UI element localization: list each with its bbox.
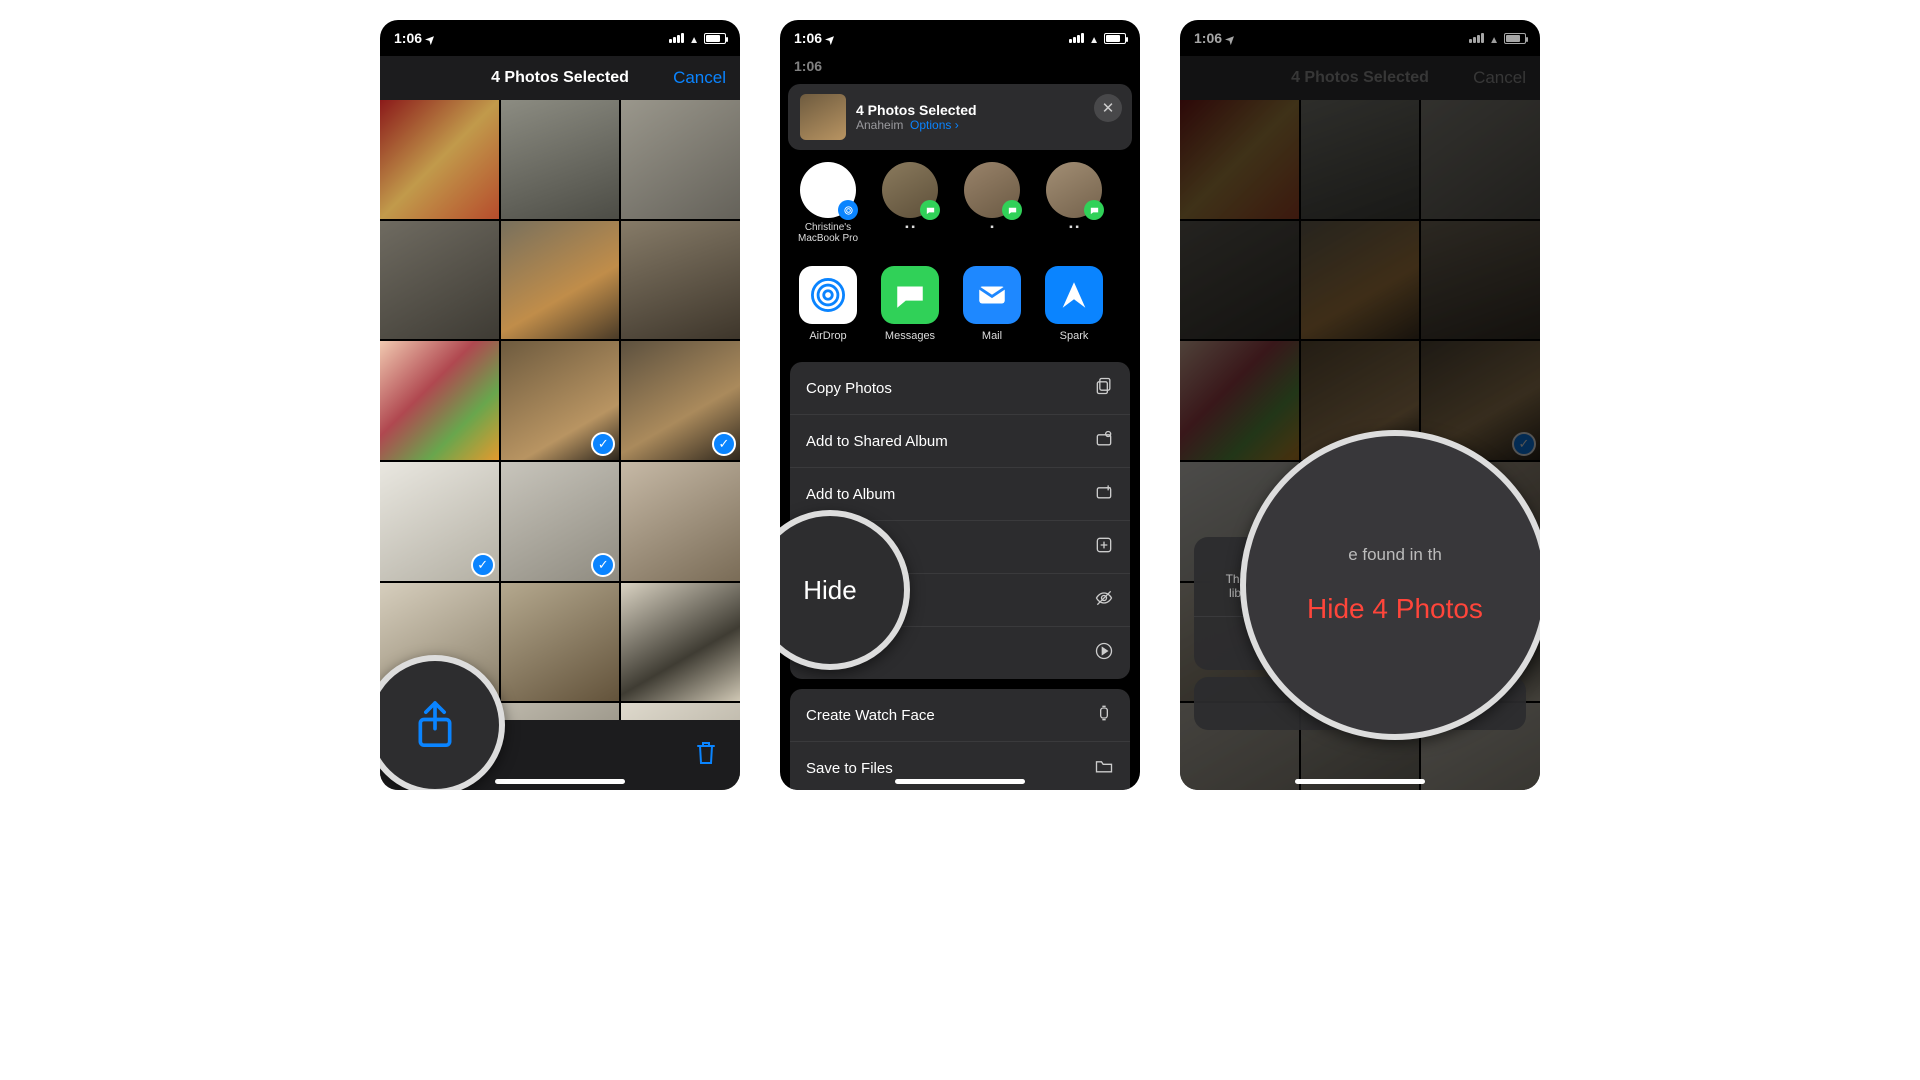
app-spark[interactable]: Spark (1040, 266, 1108, 342)
share-subtitle: Anaheim Options › (856, 118, 977, 132)
messages-icon (1084, 200, 1104, 220)
status-time: 1:06 (394, 30, 435, 46)
photo-thumb-selected[interactable] (501, 341, 620, 460)
share-title: 4 Photos Selected (856, 102, 977, 118)
folder-icon (1094, 756, 1114, 780)
app-mail[interactable]: Mail (958, 266, 1026, 342)
eye-slash-icon (1094, 588, 1114, 612)
messages-icon (1002, 200, 1022, 220)
photo-thumb-selected[interactable] (621, 341, 740, 460)
callout-context: e found in th (1246, 545, 1540, 565)
status-time: 1:06 (794, 30, 835, 46)
dimmed-background: 1:06 (780, 56, 1140, 76)
home-indicator[interactable] (495, 779, 625, 784)
share-icon (413, 699, 457, 751)
copy-icon (1094, 376, 1114, 400)
phone-3-hide-confirm: 1:06 4 Photos Selected Cancel Hide 4 Pho… (1180, 20, 1540, 790)
message-contact[interactable]: ▪ ▪ (876, 162, 944, 244)
home-indicator[interactable] (895, 779, 1025, 784)
home-indicator[interactable] (1295, 779, 1425, 784)
photo-thumb[interactable] (380, 221, 499, 340)
watch-icon (1094, 703, 1114, 727)
wifi-icon (689, 30, 699, 46)
wifi-icon (1089, 30, 1099, 46)
photo-thumb[interactable] (501, 100, 620, 219)
location-icon (822, 30, 835, 46)
share-actions-list-2: Create Watch Face Save to Files Print (790, 689, 1130, 790)
status-bar: 1:06 (380, 20, 740, 56)
airdrop-contacts-row[interactable]: Christine's MacBook Pro ▪ ▪ ▪ ▪ ▪ (780, 150, 1140, 256)
callout-label: Hide (803, 575, 856, 606)
airdrop-target[interactable]: Christine's MacBook Pro (794, 162, 862, 244)
battery-icon (1104, 33, 1126, 44)
message-contact[interactable]: ▪ (958, 162, 1026, 244)
trash-icon[interactable] (694, 739, 718, 772)
signal-icon (669, 33, 684, 43)
contact-label: Christine's MacBook Pro (794, 222, 862, 244)
callout-hide-photos: e found in th Hide 4 Photos (1240, 430, 1540, 740)
photo-thumb[interactable] (621, 100, 740, 219)
album-icon (1094, 482, 1114, 506)
photo-thumb[interactable] (621, 221, 740, 340)
action-add-shared-album[interactable]: Add to Shared Album (790, 415, 1130, 468)
action-watch-face[interactable]: Create Watch Face (790, 689, 1130, 742)
nav-bar: 4 Photos Selected Cancel (380, 56, 740, 100)
location-icon (422, 30, 435, 46)
share-thumb (800, 94, 846, 140)
status-time: 1:06 (794, 58, 822, 74)
nav-title: 4 Photos Selected (491, 69, 629, 87)
app-messages[interactable]: Messages (876, 266, 944, 342)
contact-label: ▪ (990, 222, 994, 233)
app-label: Messages (885, 330, 935, 342)
close-icon[interactable]: ✕ (1094, 94, 1122, 122)
messages-icon (920, 200, 940, 220)
photo-thumb[interactable] (621, 462, 740, 581)
photo-thumb[interactable] (501, 221, 620, 340)
status-bar: 1:06 (780, 20, 1140, 56)
cancel-button[interactable]: Cancel (673, 68, 726, 88)
app-airdrop[interactable]: AirDrop (794, 266, 862, 342)
phone-2-share-sheet: 1:06 1:06 4 Photos Selected Anaheim Opti… (780, 20, 1140, 790)
app-label: Mail (982, 330, 1002, 342)
share-apps-row[interactable]: AirDrop Messages Mail Spark (780, 256, 1140, 352)
options-link[interactable]: Options › (910, 118, 959, 132)
photo-thumb[interactable] (380, 100, 499, 219)
share-sheet-header: 4 Photos Selected Anaheim Options › ✕ (788, 84, 1132, 150)
app-label: AirDrop (809, 330, 846, 342)
signal-icon (1069, 33, 1084, 43)
photo-thumb-selected[interactable] (380, 462, 499, 581)
battery-icon (704, 33, 726, 44)
app-label: Spark (1060, 330, 1089, 342)
action-copy-photos[interactable]: Copy Photos (790, 362, 1130, 415)
contact-label: ▪ ▪ (1069, 222, 1079, 233)
airdrop-icon (838, 200, 858, 220)
phone-1-photos-selection: 1:06 4 Photos Selected Cancel (380, 20, 740, 790)
contact-label: ▪ ▪ (905, 222, 915, 233)
photo-thumb[interactable] (380, 341, 499, 460)
photo-thumb[interactable] (501, 583, 620, 702)
message-contact[interactable]: ▪ ▪ (1040, 162, 1108, 244)
play-circle-icon (1094, 641, 1114, 665)
photo-thumb-selected[interactable] (501, 462, 620, 581)
plus-square-icon (1094, 535, 1114, 559)
shared-album-icon (1094, 429, 1114, 453)
callout-label: Hide 4 Photos (1246, 593, 1540, 625)
photo-thumb[interactable] (621, 583, 740, 702)
